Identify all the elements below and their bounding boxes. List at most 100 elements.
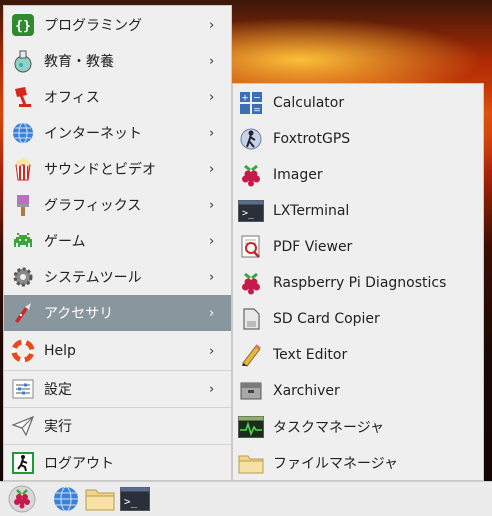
svg-text:>_: >_ [124,495,138,508]
application-menu: {} プログラミング › 教育・教養 › オフィス › インターネット › サウ… [3,5,232,481]
menu-item-games[interactable]: ゲーム › [4,223,231,259]
menu-item-system-tools[interactable]: システムツール › [4,259,231,295]
menu-item-education[interactable]: 教育・教養 › [4,43,231,79]
submenu-item-raspberry-pi-diagnostics[interactable]: Raspberry Pi Diagnostics [233,265,483,301]
menu-item-label: サウンドとビデオ [44,162,156,178]
archive-icon [238,378,264,404]
menu-item-label: オフィス [44,90,100,106]
raspberry-menu-button[interactable] [8,485,36,513]
submenu-item-label: ファイルマネージャ [273,456,399,472]
svg-text:−: − [253,94,261,104]
office-lamp-icon [10,84,36,110]
submenu-item-sd-card-copier[interactable]: SD Card Copier [233,301,483,337]
menu-item-programming[interactable]: {} プログラミング › [4,7,231,43]
menu-item-help[interactable]: Help › [4,333,231,369]
submenu-item-label: Text Editor [273,347,348,363]
submenu-item-label: タスクマネージャ [273,420,385,436]
submenu-item-lxterminal[interactable]: >_ LXTerminal [233,193,483,229]
submenu-item-text-editor[interactable]: Text Editor [233,337,483,373]
menu-item-logout[interactable]: ログアウト [4,445,231,481]
terminal-launcher[interactable]: >_ [120,485,150,513]
submenu-item-foxtrotgps[interactable]: FoxtrotGPS [233,121,483,157]
menu-item-label: Help [44,343,76,359]
menu-item-label: インターネット [44,126,142,142]
submenu-item-calculator[interactable]: + − = Calculator [233,85,483,121]
calculator-icon: + − = [238,90,264,116]
menu-item-label: 実行 [44,419,72,435]
submenu-item-imager[interactable]: Imager [233,157,483,193]
terminal-icon: >_ [120,487,150,511]
lifebuoy-icon [10,338,36,364]
pdf-viewer-icon [238,234,264,260]
menu-item-label: プログラミング [44,18,142,34]
file-manager-icon [85,487,115,511]
svg-text:>_: >_ [242,208,255,219]
submenu-arrow-icon: › [209,381,215,397]
menu-item-label: ゲーム [44,234,86,250]
submenu-item-xarchiver[interactable]: Xarchiver [233,373,483,409]
gear-icon [10,264,36,290]
paper-plane-icon [10,413,36,439]
menu-item-run[interactable]: 実行 [4,408,231,444]
menu-item-label: グラフィックス [44,198,142,214]
menu-item-internet[interactable]: インターネット › [4,115,231,151]
submenu-arrow-icon: › [209,233,215,249]
menu-item-sound-video[interactable]: サウンドとビデオ › [4,151,231,187]
raspberry-icon [238,162,264,188]
exit-icon [10,450,36,476]
menu-item-office[interactable]: オフィス › [4,79,231,115]
terminal-icon: >_ [238,198,264,224]
education-flask-icon [10,48,36,74]
submenu-item-label: SD Card Copier [273,311,380,327]
submenu-item-label: PDF Viewer [273,239,353,255]
paintbrush-icon [10,192,36,218]
menu-item-label: 教育・教養 [44,54,114,70]
menu-item-settings[interactable]: 設定 › [4,371,231,407]
submenu-arrow-icon: › [209,343,215,359]
space-invader-icon [10,228,36,254]
menu-item-label: 設定 [44,382,72,398]
globe-icon [10,120,36,146]
submenu-item-label: Xarchiver [273,383,340,399]
submenu-item-task-manager[interactable]: タスクマネージャ [233,409,483,445]
submenu-item-label: Calculator [273,95,345,111]
raspberry-icon [238,270,264,296]
svg-text:{}: {} [15,19,31,34]
submenu-item-pdf-viewer[interactable]: PDF Viewer [233,229,483,265]
submenu-item-label: FoxtrotGPS [273,131,351,147]
foxtrotgps-icon [238,126,264,152]
submenu-arrow-icon: › [209,89,215,105]
web-browser-launcher[interactable] [52,485,80,513]
file-manager-launcher[interactable] [85,485,115,513]
submenu-arrow-icon: › [209,161,215,177]
menu-item-accessories[interactable]: アクセサリ › [4,295,231,331]
submenu-item-label: LXTerminal [273,203,350,219]
submenu-arrow-icon: › [209,125,215,141]
raspberry-menu-icon [8,485,36,513]
submenu-arrow-icon: › [209,17,215,33]
svg-text:+: + [241,94,249,104]
menu-item-label: アクセサリ [44,306,114,322]
submenu-arrow-icon: › [209,269,215,285]
sd-card-icon [238,306,264,332]
menu-item-label: システムツール [44,270,142,286]
accessories-submenu: + − = Calculator FoxtrotGPS Imager >_ LXTe… [232,83,484,481]
submenu-item-file-manager[interactable]: ファイルマネージャ [233,445,483,481]
submenu-arrow-icon: › [209,53,215,69]
svg-text:=: = [253,106,261,116]
submenu-item-label: Raspberry Pi Diagnostics [273,275,447,291]
submenu-item-label: Imager [273,167,323,183]
submenu-arrow-icon: › [209,197,215,213]
folder-icon [238,450,264,476]
submenu-arrow-icon: › [209,305,215,321]
settings-sliders-icon [10,376,36,402]
menu-item-graphics[interactable]: グラフィックス › [4,187,231,223]
pencil-icon [238,342,264,368]
web-browser-icon [53,486,79,512]
popcorn-icon [10,156,36,182]
pocket-knife-icon [10,300,36,326]
menu-item-label: ログアウト [44,456,114,472]
task-manager-icon [238,414,264,440]
taskbar: >_ [0,481,492,516]
programming-icon: {} [10,12,36,38]
